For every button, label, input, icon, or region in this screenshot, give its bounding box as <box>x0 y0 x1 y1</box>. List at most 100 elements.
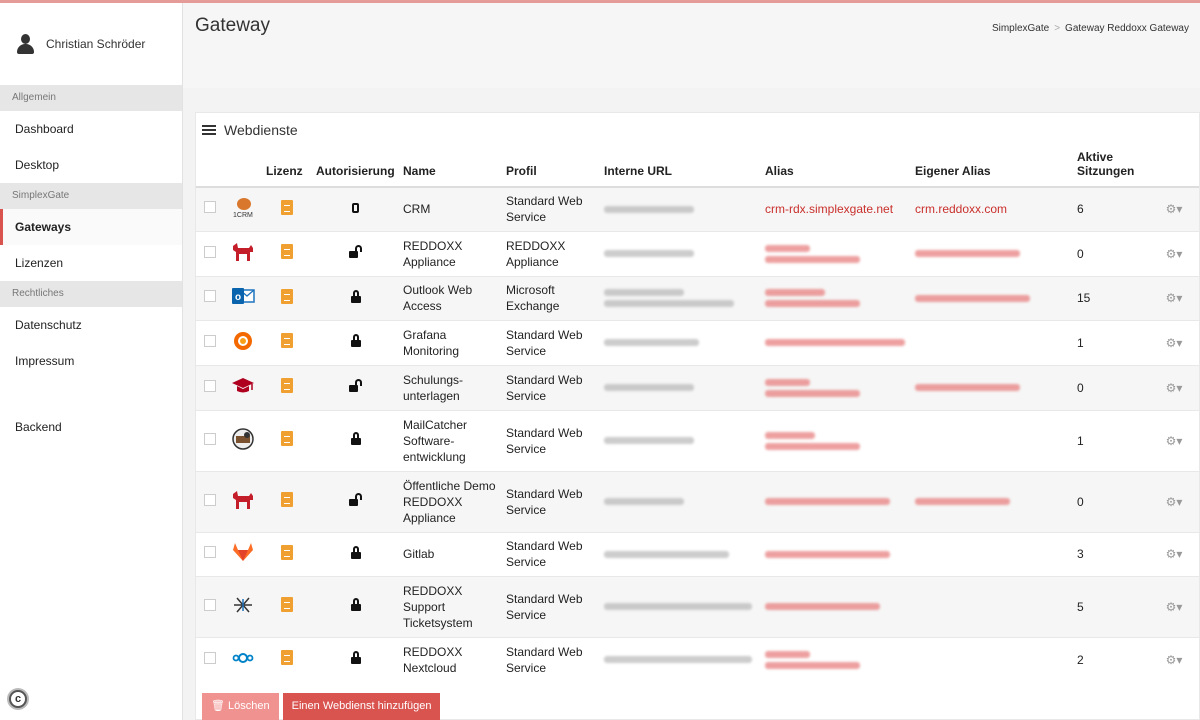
table-row[interactable]: REDDOXX Support Ticketsystem Standard Web… <box>196 575 1199 637</box>
license-icon[interactable] <box>281 597 293 612</box>
active-sessions: 2 <box>1073 636 1149 682</box>
alias[interactable] <box>761 636 911 682</box>
own-alias[interactable] <box>911 364 1073 410</box>
gear-dropdown-icon[interactable]: ⚙▾ <box>1166 291 1183 305</box>
row-checkbox[interactable] <box>204 201 216 214</box>
table-row[interactable]: REDDOXX Appliance REDDOXX Appliance 0 ⚙▾ <box>196 230 1199 276</box>
service-profile: Standard Web Service <box>502 531 600 576</box>
webdienste-panel: Webdienste Lizenz Autorisierung Name Pro… <box>195 112 1200 720</box>
col-interne-url[interactable]: Interne URL <box>600 147 761 188</box>
alias[interactable]: crm-rdx.simplexgate.net <box>761 186 911 231</box>
gear-dropdown-icon[interactable]: ⚙▾ <box>1166 247 1183 261</box>
unlock-icon <box>348 245 363 258</box>
service-name: REDDOXX Support Ticketsystem <box>399 575 502 637</box>
alias[interactable] <box>761 230 911 276</box>
row-checkbox[interactable] <box>204 651 216 664</box>
sidebar-item-desktop[interactable]: Desktop <box>0 147 182 183</box>
breadcrumb-simplexgate[interactable]: SimplexGate <box>992 23 1049 34</box>
license-icon[interactable] <box>281 431 293 446</box>
row-checkbox[interactable] <box>204 379 216 392</box>
col-autorisierung[interactable]: Autorisierung <box>312 147 399 188</box>
license-icon[interactable] <box>281 544 293 560</box>
row-checkbox[interactable] <box>204 432 216 445</box>
active-sessions: 0 <box>1073 470 1149 532</box>
own-alias[interactable] <box>911 575 1073 637</box>
gear-dropdown-icon[interactable]: ⚙▾ <box>1166 495 1183 509</box>
gear-dropdown-icon[interactable]: ⚙▾ <box>1166 202 1183 216</box>
own-alias[interactable] <box>911 409 1073 471</box>
reddoxx-dog-icon <box>231 240 255 264</box>
gear-dropdown-icon[interactable]: ⚙▾ <box>1166 547 1183 561</box>
own-alias[interactable]: crm.reddoxx.com <box>911 186 1073 231</box>
own-alias[interactable] <box>911 531 1073 576</box>
table-row[interactable]: Gitlab Standard Web Service 3 ⚙▾ <box>196 531 1199 576</box>
user-profile[interactable]: Christian Schröder <box>0 3 182 85</box>
alias[interactable] <box>761 364 911 410</box>
gear-dropdown-icon[interactable]: ⚙▾ <box>1166 600 1183 614</box>
lock-icon <box>350 598 361 611</box>
sidebar-item-dashboard[interactable]: Dashboard <box>0 111 182 147</box>
col-eigener-alias[interactable]: Eigener Alias <box>911 147 1073 188</box>
table-row[interactable]: Schulungs-unterlagen Standard Web Service… <box>196 364 1199 410</box>
sidebar-item-backend[interactable]: Backend <box>0 409 182 445</box>
table-row[interactable]: Öffentliche Demo REDDOXX Appliance Standa… <box>196 470 1199 532</box>
alias-link[interactable]: crm-rdx.simplexgate.net <box>765 202 893 216</box>
sidebar-item-gateways[interactable]: Gateways <box>0 209 182 245</box>
service-name: Gitlab <box>399 531 502 576</box>
alias[interactable] <box>761 575 911 637</box>
col-lizenz[interactable]: Lizenz <box>262 147 312 188</box>
license-icon[interactable] <box>281 288 293 304</box>
nextcloud-icon <box>231 646 255 670</box>
row-checkbox[interactable] <box>204 245 216 258</box>
col-alias[interactable]: Alias <box>761 147 911 188</box>
gear-dropdown-icon[interactable]: ⚙▾ <box>1166 336 1183 350</box>
col-aktive-sitzungen[interactable]: Aktive Sitzungen <box>1073 147 1149 188</box>
col-profil[interactable]: Profil <box>502 147 600 188</box>
license-icon[interactable] <box>281 492 293 507</box>
table-row[interactable]: Grafana Monitoring Standard Web Service 1 ⚙… <box>196 319 1199 365</box>
license-icon[interactable] <box>281 333 293 348</box>
gear-dropdown-icon[interactable]: ⚙▾ <box>1166 434 1183 448</box>
row-checkbox[interactable] <box>204 598 216 611</box>
table-row[interactable]: REDDOXX Nextcloud Standard Web Service 2 ⚙▾ <box>196 636 1199 682</box>
add-webservice-button[interactable]: Einen Webdienst hinzufügen <box>282 693 441 720</box>
gear-dropdown-icon[interactable]: ⚙▾ <box>1166 653 1183 667</box>
own-alias-link[interactable]: crm.reddoxx.com <box>915 202 1007 216</box>
panel-title-text: Webdienste <box>224 122 298 138</box>
col-name[interactable]: Name <box>399 147 502 188</box>
gitlab-icon <box>231 540 255 564</box>
license-icon[interactable] <box>281 199 293 215</box>
row-checkbox[interactable] <box>204 493 216 506</box>
copyright-icon[interactable]: c <box>9 690 27 708</box>
service-name: Outlook Web Access <box>399 275 502 320</box>
alias[interactable] <box>761 409 911 471</box>
active-sessions: 0 <box>1073 364 1149 410</box>
table-row[interactable]: MailCatcher Software-entwicklung Standard… <box>196 409 1199 471</box>
own-alias[interactable] <box>911 470 1073 532</box>
table-row[interactable]: 1CRM CRM Standard Web Service crm-rdx.simpl… <box>196 186 1199 231</box>
alias[interactable] <box>761 319 911 365</box>
sidebar-item-datenschutz[interactable]: Datenschutz <box>0 307 182 343</box>
delete-button[interactable]: 🗑 Löschen <box>202 693 279 720</box>
sidebar-item-lizenzen[interactable]: Lizenzen <box>0 245 182 281</box>
license-icon[interactable] <box>281 244 293 259</box>
row-checkbox[interactable] <box>204 290 216 302</box>
license-icon[interactable] <box>281 378 293 393</box>
own-alias[interactable] <box>911 636 1073 682</box>
alias[interactable] <box>761 470 911 532</box>
gear-dropdown-icon[interactable]: ⚙▾ <box>1166 381 1183 395</box>
action-buttons: 🗑 Löschen Einen Webdienst hinzufügen <box>202 693 441 720</box>
sidebar-item-impressum[interactable]: Impressum <box>0 343 182 379</box>
table-row[interactable]: o Outlook Web Access Microsoft Exchange 15 ⚙… <box>196 275 1199 320</box>
own-alias[interactable] <box>911 319 1073 365</box>
license-icon[interactable] <box>281 650 293 666</box>
internal-url <box>600 409 761 471</box>
own-alias[interactable] <box>911 230 1073 276</box>
internal-url <box>600 364 761 410</box>
page-title: Gateway <box>195 15 270 36</box>
row-checkbox[interactable] <box>204 334 216 347</box>
row-checkbox[interactable] <box>204 546 216 558</box>
alias[interactable] <box>761 531 911 576</box>
alias[interactable] <box>761 275 911 320</box>
own-alias[interactable] <box>911 275 1073 320</box>
